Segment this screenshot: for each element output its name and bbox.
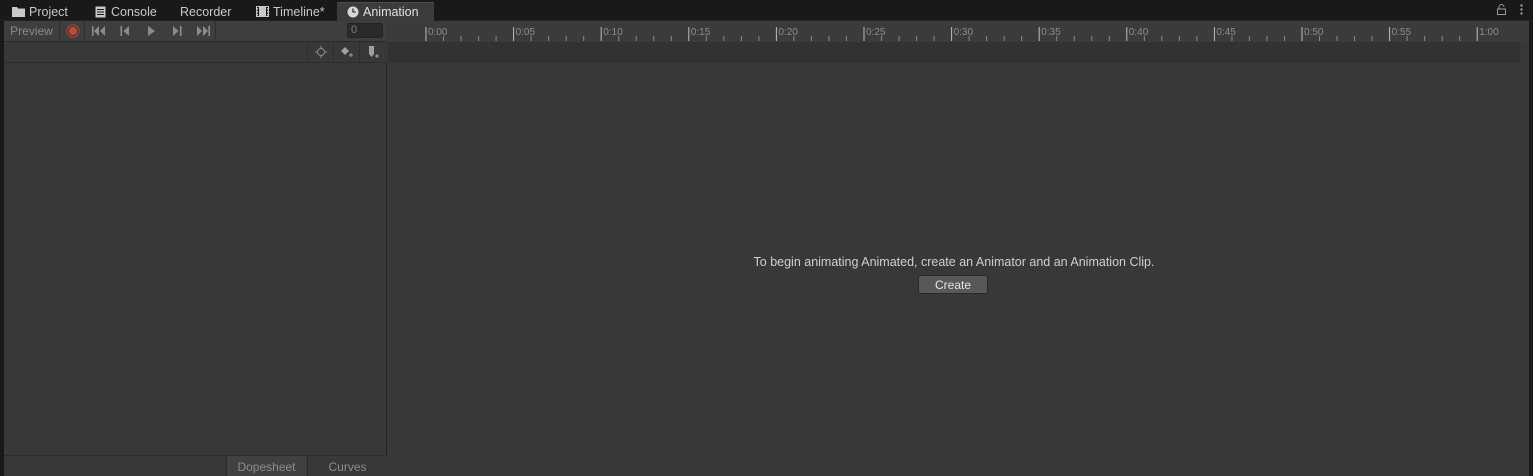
ruler-tick-label: 0:30 [954, 27, 974, 38]
playback-toolbar: Preview 0 [4, 21, 387, 42]
frame-input[interactable]: 0 [347, 23, 383, 38]
ruler-tick-label: 0:15 [691, 27, 711, 38]
timeline-panel: 0:00 0:05 0:10 0:15 0:20 0:25 0:30 0:35 0:40 0:45… [388, 21, 1529, 476]
ruler-tick-label: 0:10 [603, 27, 623, 38]
next-keyframe-button[interactable] [164, 21, 190, 41]
time-ruler[interactable]: 0:00 0:05 0:10 0:15 0:20 0:25 0:30 0:35 0:40 0:45… [388, 21, 1529, 42]
tab-dopesheet[interactable]: Dopesheet [226, 456, 306, 476]
tab-recorder[interactable]: Recorder [171, 2, 247, 21]
create-clip-message: To begin animating Animated, create an A… [753, 255, 1155, 269]
skip-to-start-icon [92, 26, 105, 36]
tab-label: Project [29, 4, 68, 19]
tab-timeline[interactable]: Timeline* [247, 2, 335, 21]
lock-icon[interactable] [1497, 4, 1506, 18]
ruler-tick-label: 0:55 [1392, 27, 1412, 38]
first-keyframe-button[interactable] [86, 21, 112, 41]
tab-project[interactable]: Project [3, 2, 85, 21]
ruler-tick-label: 0:20 [778, 27, 798, 38]
tab-curves[interactable]: Curves [307, 456, 387, 476]
step-forward-icon [173, 26, 182, 36]
play-button[interactable] [138, 21, 164, 41]
create-button[interactable]: Create [918, 275, 988, 294]
last-keyframe-button[interactable] [190, 21, 216, 41]
play-icon [147, 26, 155, 36]
add-keyframe-icon [340, 47, 353, 57]
record-icon [65, 24, 80, 38]
skip-to-end-icon [196, 26, 210, 36]
previous-keyframe-button[interactable] [112, 21, 138, 41]
ruler-tick-label: 0:05 [516, 27, 536, 38]
ruler-tick-label: 0:00 [428, 27, 448, 38]
crosshair-icon [314, 46, 327, 58]
preview-label: Preview [10, 24, 53, 38]
ruler-tick-label: 1:00 [1479, 27, 1499, 38]
console-icon [94, 5, 107, 18]
tab-label: Timeline* [273, 4, 325, 19]
add-keyframe-button[interactable] [333, 42, 359, 62]
event-strip[interactable] [388, 42, 1520, 62]
ruler-tick-label: 0:40 [1129, 27, 1149, 38]
tab-label: Recorder [180, 4, 232, 19]
step-back-icon [120, 26, 129, 36]
film-icon [256, 5, 269, 18]
hierarchy-panel: Preview 0 Dopesheet Curves [4, 21, 387, 476]
tab-label: Console [111, 4, 157, 19]
add-event-button[interactable] [359, 42, 387, 62]
animation-window: Preview 0 Dopesheet Curves 0:00 0:05 0:1… [4, 21, 1529, 476]
ruler-tick-label: 0:25 [866, 27, 886, 38]
window-tab-bar: Project Console Recorder Timeline* Anima… [0, 0, 1533, 21]
tab-label: Animation [363, 5, 419, 19]
ruler-ticks: 0:00 0:05 0:10 0:15 0:20 0:25 0:30 0:35 0:40 0:45… [425, 27, 1499, 41]
ruler-tick-label: 0:50 [1304, 27, 1324, 38]
ruler-tick-label: 0:45 [1216, 27, 1236, 38]
add-event-icon [368, 45, 379, 58]
keyframe-toolbar [4, 42, 387, 63]
folder-icon [12, 5, 25, 18]
view-mode-tabs: Dopesheet Curves [4, 455, 387, 476]
record-button[interactable] [61, 21, 85, 41]
clock-icon [346, 6, 359, 19]
filter-by-selection-button[interactable] [307, 42, 333, 62]
kebab-menu-icon[interactable] [1520, 4, 1523, 18]
tab-console[interactable]: Console [85, 2, 171, 21]
preview-button[interactable]: Preview [4, 21, 60, 41]
ruler-tick-label: 0:35 [1041, 27, 1061, 38]
tab-animation[interactable]: Animation [337, 2, 434, 21]
